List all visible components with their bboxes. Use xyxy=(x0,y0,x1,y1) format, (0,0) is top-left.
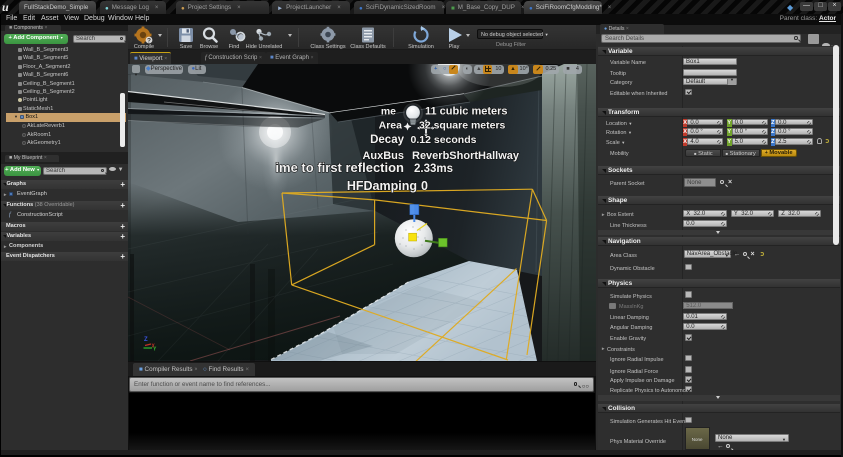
svg-text:Area: Area xyxy=(379,120,403,132)
svg-text:Decay: Decay xyxy=(370,134,404,146)
svg-text:0.12 seconds: 0.12 seconds xyxy=(411,134,477,146)
svg-text:32 square meters: 32 square meters xyxy=(419,120,506,132)
svg-text:0: 0 xyxy=(421,179,428,193)
svg-text:ReverbShortHallway: ReverbShortHallway xyxy=(412,150,520,162)
svg-text:HFDamping: HFDamping xyxy=(347,179,417,193)
svg-text:11 cubic meters: 11 cubic meters xyxy=(425,106,508,118)
svg-text:ime to first reflection: ime to first reflection xyxy=(275,160,404,175)
svg-text:Z: Z xyxy=(144,337,148,343)
svg-text:2.33ms: 2.33ms xyxy=(414,163,453,175)
svg-text:me: me xyxy=(381,106,396,118)
